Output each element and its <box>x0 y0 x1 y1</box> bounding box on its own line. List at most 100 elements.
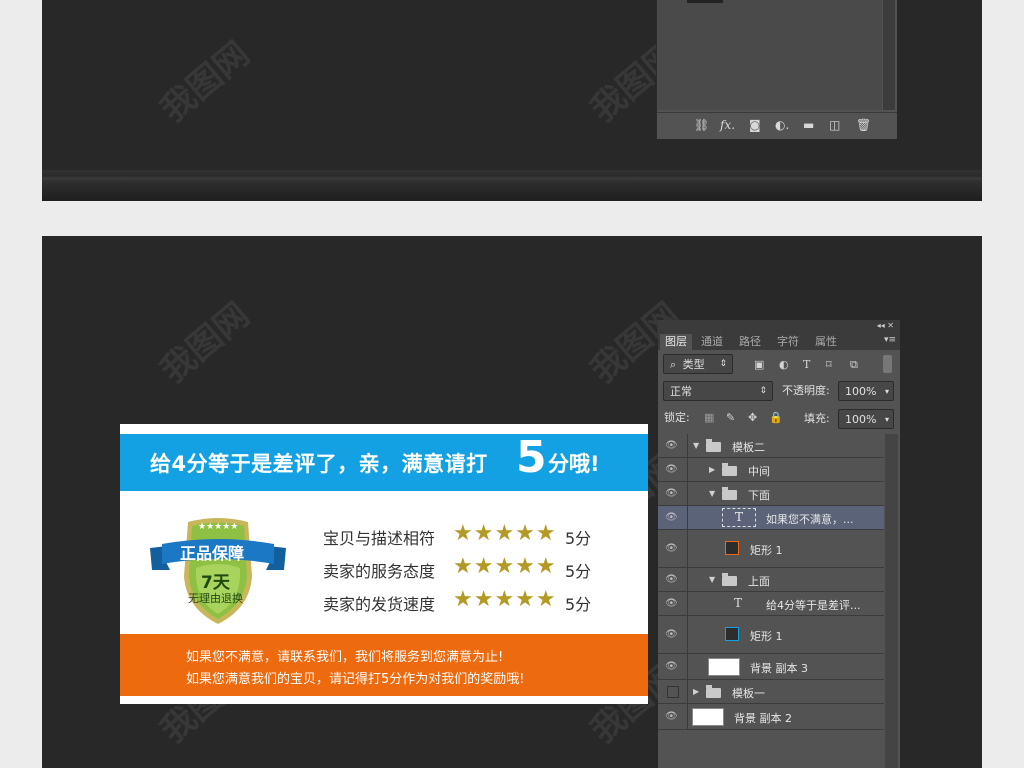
visibility-off-box[interactable] <box>667 686 679 698</box>
trash-icon[interactable]: 🗑 <box>856 118 871 132</box>
footer-line: 如果您满意我们的宝贝，请记得打5分作为对我们的奖励哦! <box>186 672 525 687</box>
footer-line: 如果您不满意，请联系我们，我们将服务到您满意为止! <box>186 650 504 665</box>
fx-icon[interactable]: fx. <box>720 118 735 132</box>
image-thumbnail <box>708 658 740 676</box>
rating-label: 卖家的服务态度 <box>323 562 436 581</box>
layer-name: 下面 <box>748 489 770 502</box>
adjustment-filter-icon[interactable]: ◐ <box>779 358 789 372</box>
shape-filter-icon[interactable]: ⌑ <box>826 358 832 372</box>
collapse-icon[interactable]: ◂◂ ✕ <box>877 320 894 332</box>
tab-channels[interactable]: 通道 <box>696 334 728 350</box>
chevron-updown-icon: ⇕ <box>719 359 727 369</box>
rating-stars: ★★★★★ <box>453 521 557 546</box>
layer-name: 矩形 1 <box>750 544 783 557</box>
layer-row[interactable]: 👁 ▼ 上面 <box>658 568 884 592</box>
layers-scrollbar[interactable] <box>885 434 898 768</box>
layers-footer-toolbar: ⛓ fx. ◙ ◐. ▬ ◫ 🗑 <box>657 112 897 139</box>
rating-stars: ★★★★★ <box>453 554 557 579</box>
lock-label: 锁定: <box>664 411 690 424</box>
watermark: 我图网 <box>153 295 258 392</box>
layer-row[interactable]: 👁 背景 副本 2 <box>658 704 884 730</box>
new-layer-icon[interactable]: ◫ <box>829 118 840 132</box>
eye-icon[interactable]: 👁 <box>665 711 678 722</box>
eye-icon[interactable]: 👁 <box>665 440 678 451</box>
folder-icon <box>706 439 721 452</box>
filter-kind-select[interactable]: ⌕ 类型 ⇕ <box>663 354 733 374</box>
tab-layers[interactable]: 图层 <box>660 334 692 350</box>
fill-input[interactable]: 100% ▾ <box>838 409 894 429</box>
rating-score: 5分 <box>565 562 592 581</box>
layers-panel-partial: ⛓ fx. ◙ ◐. ▬ ◫ 🗑 <box>656 0 897 139</box>
card-footer: 如果您不满意，请联系我们，我们将服务到您满意为止! 如果您满意我们的宝贝，请记得… <box>120 634 648 696</box>
rating-score: 5分 <box>565 529 592 548</box>
blend-mode-select[interactable]: 正常 ⇕ <box>663 381 773 401</box>
adjustment-icon[interactable]: ◐. <box>775 118 789 132</box>
collapse-icon[interactable]: ▶ <box>709 465 715 474</box>
guarantee-badge: ★★★★★ 正品保障 7天 无理由退换 <box>148 516 288 628</box>
eye-icon[interactable]: 👁 <box>665 629 678 640</box>
image-thumbnail <box>692 708 724 726</box>
layer-row[interactable]: 👁 ▼ 模板二 <box>658 434 884 458</box>
folder-icon <box>722 463 737 476</box>
lock-paint-icon[interactable]: ✎ <box>726 411 735 425</box>
link-icon[interactable]: ⛓ <box>694 118 709 132</box>
layer-row[interactable]: 👁 背景 副本 3 <box>658 654 884 680</box>
smart-object-filter-icon[interactable]: ⧉ <box>850 358 858 372</box>
panel-tabs: 图层 通道 路径 字符 属性 ▾≡ <box>658 332 900 350</box>
type-filter-icon[interactable]: T <box>803 358 810 372</box>
image-filter-icon[interactable]: ▣ <box>754 358 764 372</box>
chevron-down-icon: ▾ <box>884 415 889 424</box>
opacity-input[interactable]: 100% ▾ <box>838 381 894 401</box>
eye-icon[interactable]: 👁 <box>665 512 678 523</box>
chevron-down-icon: ▾ <box>884 387 889 396</box>
bottom-canvas-area: 我图网 我图网 我图网 我图网 我图网 我图网 给4分等于是差评了，亲，满意请打… <box>42 236 982 768</box>
badge-subtitle: 无理由退换 <box>188 592 243 605</box>
folder-icon <box>722 573 737 586</box>
layer-row-selected[interactable]: 👁 T 如果您不满意，... <box>658 506 884 530</box>
rating-label: 宝贝与描述相符 <box>323 529 436 548</box>
tab-paths[interactable]: 路径 <box>734 334 766 350</box>
tab-properties[interactable]: 属性 <box>810 334 842 350</box>
shape-thumbnail <box>725 627 739 641</box>
layer-name: 背景 副本 2 <box>734 712 792 725</box>
layer-row[interactable]: ▶ 模板一 <box>658 680 884 704</box>
eye-icon[interactable]: 👁 <box>665 661 678 672</box>
expand-icon[interactable]: ▼ <box>709 575 715 584</box>
rating-row: 卖家的发货速度 ★★★★★ 5分 <box>323 587 623 614</box>
folder-icon[interactable]: ▬ <box>803 118 814 132</box>
eye-icon[interactable]: 👁 <box>665 598 678 609</box>
rating-stars: ★★★★★ <box>453 587 557 612</box>
divider-bevel <box>42 170 982 201</box>
lock-all-icon[interactable]: 🔒 <box>769 411 783 425</box>
badge-stars: ★★★★★ <box>198 522 239 532</box>
expand-icon[interactable]: ▼ <box>709 489 715 498</box>
mask-icon[interactable]: ◙ <box>749 118 761 132</box>
expand-icon[interactable]: ▼ <box>693 441 699 450</box>
eye-icon[interactable]: 👁 <box>665 488 678 499</box>
layer-row[interactable]: 👁 矩形 1 <box>658 530 884 568</box>
lock-transparent-icon[interactable]: ▦ <box>704 411 714 425</box>
layer-name: 上面 <box>748 575 770 588</box>
collapse-icon[interactable]: ▶ <box>693 687 699 696</box>
panel-menu-icon[interactable]: ▾≡ <box>884 335 896 345</box>
eye-icon[interactable]: 👁 <box>665 464 678 475</box>
layer-name: 背景 副本 3 <box>750 662 808 675</box>
rating-row: 卖家的服务态度 ★★★★★ 5分 <box>323 554 623 581</box>
layers-scrollbar[interactable] <box>883 0 895 110</box>
layer-name: 矩形 1 <box>750 630 783 643</box>
layer-row[interactable]: 👁 ▼ 下面 <box>658 482 884 506</box>
filter-toggle[interactable] <box>883 355 892 373</box>
eye-icon[interactable]: 👁 <box>665 574 678 585</box>
opacity-label: 不透明度: <box>782 384 830 397</box>
filter-kind-label: 类型 <box>682 358 705 371</box>
layer-row[interactable]: 👁 矩形 1 <box>658 616 884 654</box>
chevron-updown-icon: ⇕ <box>759 386 767 396</box>
layer-row[interactable]: 👁 ▶ 中间 <box>658 458 884 482</box>
lock-position-icon[interactable]: ✥ <box>748 411 757 425</box>
eye-icon[interactable]: 👁 <box>665 543 678 554</box>
tab-character[interactable]: 字符 <box>772 334 804 350</box>
layers-list <box>657 0 882 110</box>
layer-row[interactable]: 👁 T 给4分等于是差评... <box>658 592 884 616</box>
layers-list: 👁 ▼ 模板二 👁 ▶ 中间 👁 ▼ 下面 👁 T 如果您不满意，... 👁 矩… <box>658 434 884 768</box>
search-icon: ⌕ <box>670 358 677 371</box>
